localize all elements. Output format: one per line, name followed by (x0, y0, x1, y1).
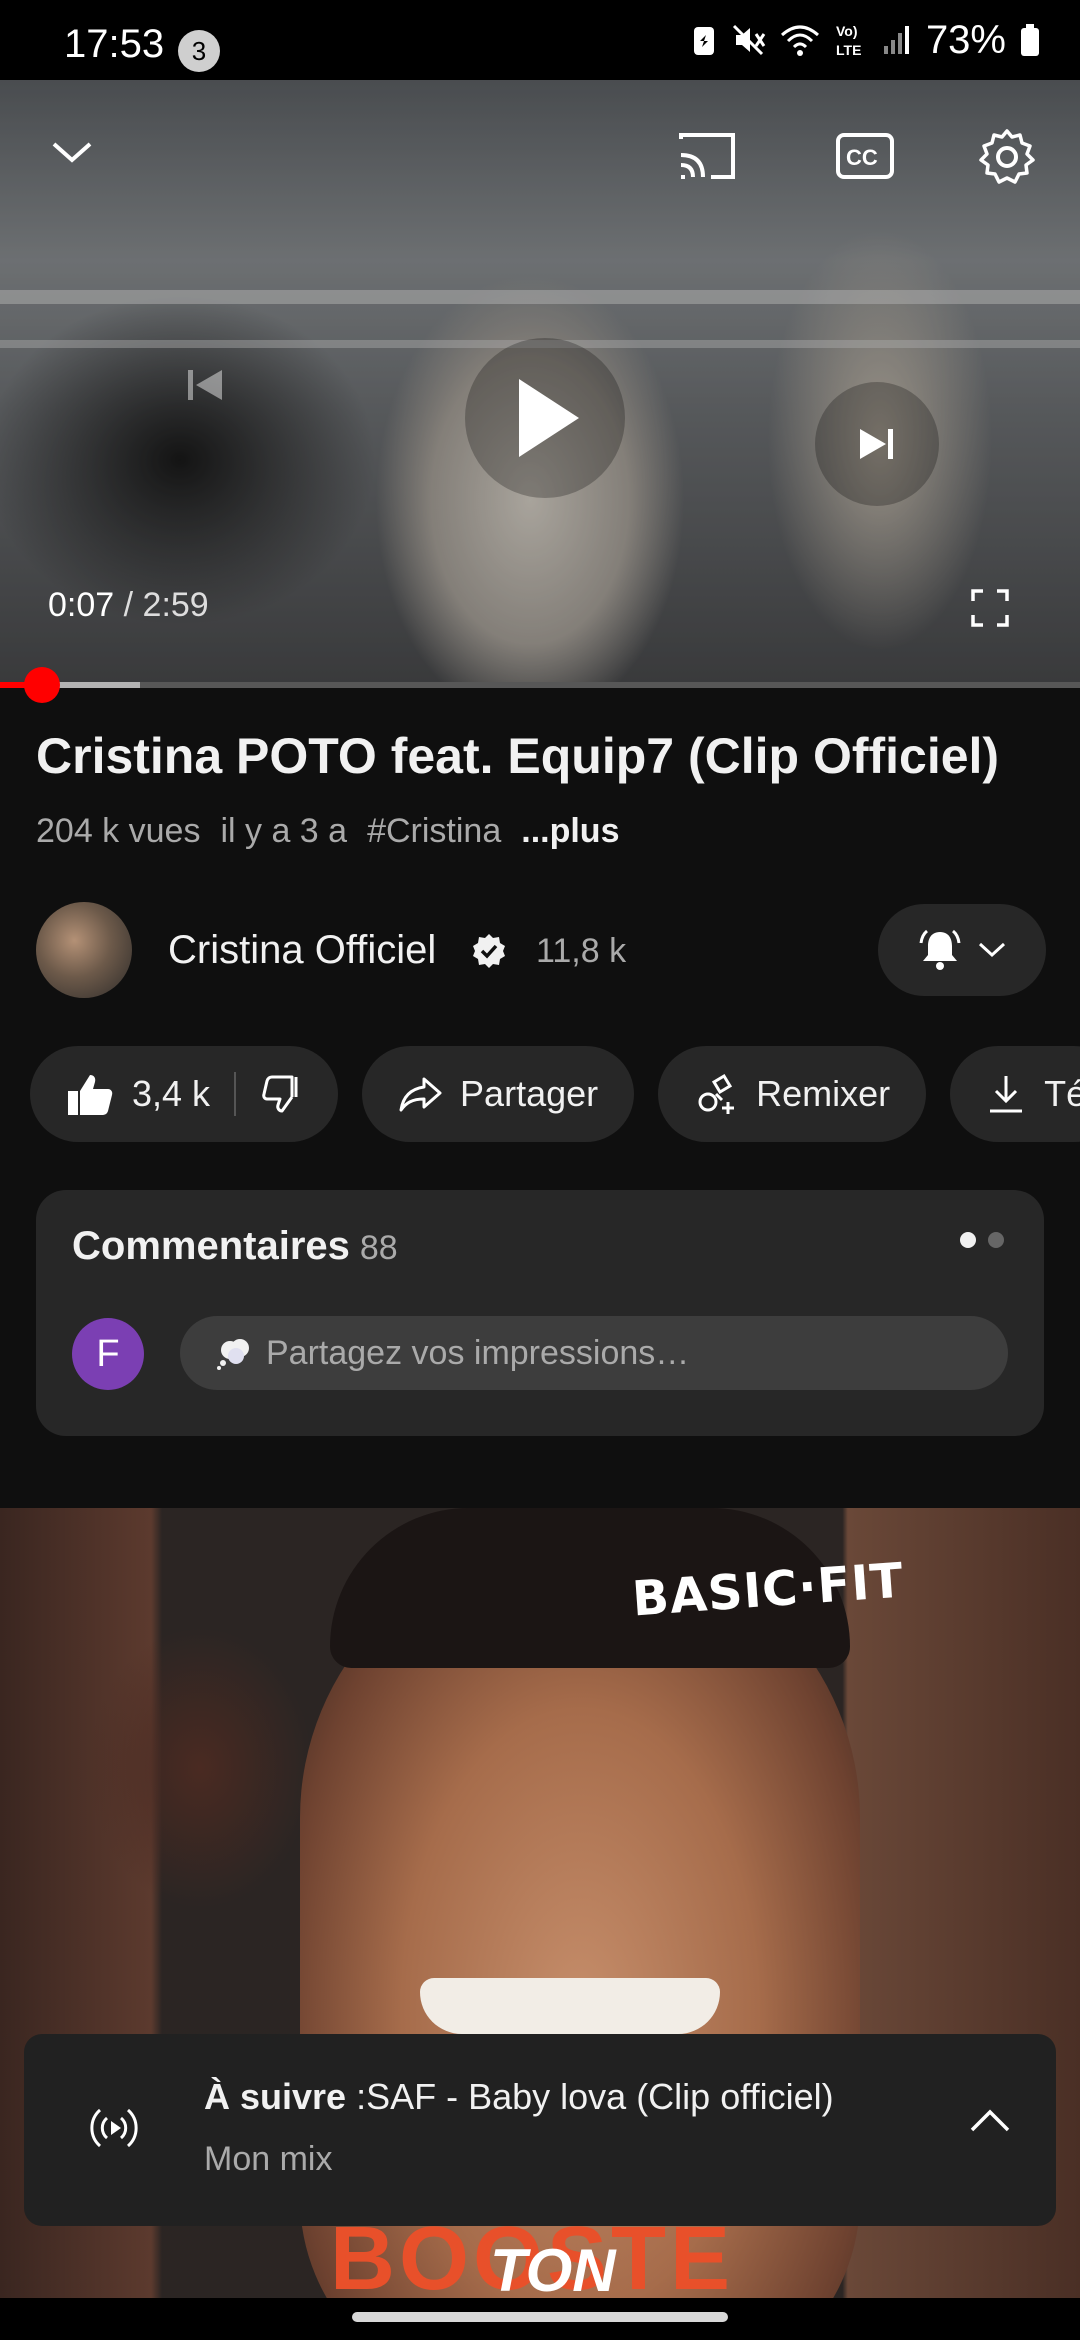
signal-icon (883, 26, 909, 54)
up-next-prefix: À suivre (204, 2076, 347, 2117)
up-next-video: :SAF - Baby lova (Clip officiel) (346, 2076, 834, 2117)
time-separator: / (114, 586, 143, 624)
chevron-up-icon[interactable] (968, 2106, 1012, 2136)
status-time: 17:53 (64, 22, 165, 66)
volte-icon: Vo) LTE (836, 23, 861, 58)
carousel-dots (960, 1232, 1004, 1248)
like-dislike-pill: 3,4 k (30, 1046, 339, 1142)
remix-label: Remixer (756, 1073, 891, 1114)
hashtag[interactable]: #Cristina (367, 812, 501, 851)
current-time: 0:07 (48, 586, 115, 624)
channel-avatar[interactable] (36, 902, 132, 998)
video-player[interactable]: CC 0:07 / 2:59 (0, 80, 1080, 682)
verified-icon (473, 934, 505, 968)
gear-icon (979, 129, 1035, 184)
download-button[interactable]: Té (950, 1046, 1080, 1142)
like-count[interactable]: 3,4 k (132, 1073, 210, 1115)
previous-button[interactable] (170, 350, 240, 420)
closed-captions-icon: CC (836, 133, 894, 179)
up-next-bar[interactable]: À suivre :SAF - Baby lova (Clip officiel… (24, 2034, 1056, 2226)
progress-scrubber[interactable] (24, 667, 61, 703)
share-button[interactable]: Partager (362, 1046, 635, 1142)
up-next-title: À suivre :SAF - Baby lova (Clip officiel… (204, 2076, 834, 2118)
status-bar: 17:53 3 Vo) LTE 73% (0, 0, 1080, 80)
share-label: Partager (460, 1073, 599, 1114)
thought-bubble-icon (217, 1339, 249, 1370)
svg-text:LTE: LTE (836, 42, 861, 58)
next-button[interactable] (815, 382, 939, 506)
skip-next-icon (860, 429, 893, 459)
action-bar: 3,4 k Partager Remixer Té (30, 1046, 1080, 1142)
remix-icon (698, 1073, 735, 1114)
minimize-button[interactable] (40, 120, 104, 184)
playback-time: 0:07 / 2:59 (48, 586, 209, 625)
download-label: Té (1044, 1073, 1080, 1114)
carousel-dot-active (960, 1232, 976, 1248)
like-divider (234, 1072, 237, 1116)
chevron-down-icon (52, 142, 92, 163)
like-icon[interactable] (66, 1071, 114, 1117)
system-nav-bar (0, 2298, 1080, 2340)
view-count: 204 k vues (36, 812, 201, 850)
video-meta[interactable]: 204 k vues il y a 3 a #Cristina ...plus (36, 812, 619, 851)
play-icon (519, 379, 579, 457)
comments-card[interactable]: Commentaires 88 F Partagez vos impression… (36, 1190, 1044, 1436)
skip-previous-icon (188, 370, 222, 400)
notification-count-badge: 3 (178, 30, 220, 72)
comments-count: 88 (359, 1229, 398, 1267)
remix-button[interactable]: Remixer (658, 1046, 927, 1142)
comments-title: Commentaires (72, 1224, 350, 1268)
channel-name[interactable]: Cristina Officiel (168, 928, 436, 973)
channel-row[interactable]: Cristina Officiel 11,8 k (36, 902, 1046, 998)
data-saver-icon (693, 27, 714, 55)
cast-icon (679, 133, 735, 179)
user-avatar: F (72, 1318, 144, 1390)
fullscreen-button[interactable] (964, 582, 1016, 634)
bell-icon (919, 929, 961, 970)
home-gesture-handle[interactable] (352, 2312, 728, 2322)
captions-button[interactable]: CC (830, 124, 900, 188)
wifi-icon (780, 25, 819, 56)
play-button[interactable] (465, 338, 625, 498)
more-link[interactable]: ...plus (521, 812, 619, 851)
mute-icon (732, 24, 766, 56)
upload-age: il y a 3 a (220, 812, 348, 850)
status-icons: Vo) LTE 73% (692, 18, 1040, 62)
settings-button[interactable] (972, 122, 1042, 192)
notifications-button[interactable] (878, 904, 1046, 996)
ad-overlay-text: TON (490, 2237, 616, 2298)
share-icon (399, 1077, 442, 1112)
download-icon (990, 1076, 1023, 1113)
subscriber-count: 11,8 k (536, 932, 627, 970)
comment-placeholder: Partagez vos impressions… (266, 1333, 690, 1372)
ad-image-smile (420, 1978, 720, 2034)
video-title[interactable]: Cristina POTO feat. Equip7 (Clip Officie… (36, 726, 1056, 786)
battery-percent: 73% (925, 17, 1006, 62)
duration: 2:59 (142, 586, 209, 624)
svg-text:CC: CC (846, 145, 878, 170)
mix-radio-icon (90, 2108, 138, 2148)
chevron-down-icon (978, 942, 1006, 958)
carousel-dot (988, 1232, 1004, 1248)
fullscreen-icon (971, 589, 1009, 627)
comments-header: Commentaires 88 (72, 1224, 398, 1269)
comment-input[interactable]: Partagez vos impressions… (180, 1316, 1008, 1390)
dislike-icon[interactable] (260, 1073, 302, 1115)
up-next-playlist: Mon mix (204, 2140, 333, 2178)
svg-text:Vo): Vo) (836, 23, 858, 39)
battery-icon (1021, 24, 1039, 56)
cast-button[interactable] (670, 124, 744, 188)
progress-track[interactable] (0, 682, 1080, 688)
